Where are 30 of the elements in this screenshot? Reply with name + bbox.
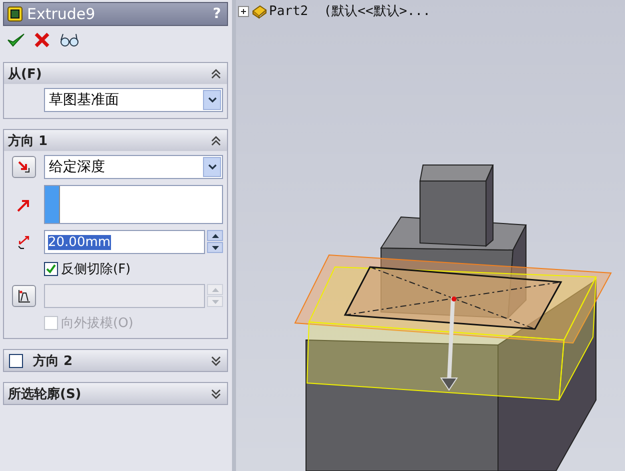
- arrow-icon: [17, 198, 31, 212]
- arrow-icon: [17, 160, 31, 174]
- panel-title: Extrude9: [27, 5, 96, 23]
- tree-root-item[interactable]: Part2 (默认<<默认>...: [269, 2, 431, 20]
- end-condition-dropdown[interactable]: 给定深度: [44, 155, 223, 179]
- section-header[interactable]: 方向 2: [4, 350, 227, 371]
- draft-icon: [17, 289, 31, 303]
- section-header[interactable]: 方向 1: [4, 130, 227, 151]
- flip-side-checkbox[interactable]: 反侧切除(F): [44, 260, 131, 278]
- cancel-close-icon[interactable]: [34, 32, 50, 48]
- expand-toggle[interactable]: [238, 6, 249, 16]
- direction-selection-box[interactable]: [44, 185, 223, 224]
- depth-input[interactable]: 20.00mm: [44, 230, 205, 254]
- dimension-icon: [18, 236, 30, 248]
- check-icon: [46, 264, 56, 274]
- section-header[interactable]: 从(F): [4, 63, 227, 84]
- draft-button[interactable]: [12, 285, 36, 307]
- caret-icon: [208, 97, 216, 103]
- part-icon: [251, 3, 267, 19]
- draft-angle-input[interactable]: [44, 284, 205, 308]
- feature-icon: [7, 6, 23, 22]
- start-condition-dropdown[interactable]: 草图基准面: [44, 88, 223, 112]
- plus-icon: [240, 8, 247, 14]
- ok-check-icon[interactable]: [7, 32, 25, 48]
- direction2-checkbox[interactable]: [9, 354, 23, 368]
- caret-icon: [208, 164, 216, 170]
- reverse-direction-button[interactable]: [12, 156, 36, 178]
- spin-buttons[interactable]: [207, 230, 223, 254]
- section-header[interactable]: 所选轮廓(S): [4, 383, 227, 404]
- glasses-icon[interactable]: [59, 32, 79, 48]
